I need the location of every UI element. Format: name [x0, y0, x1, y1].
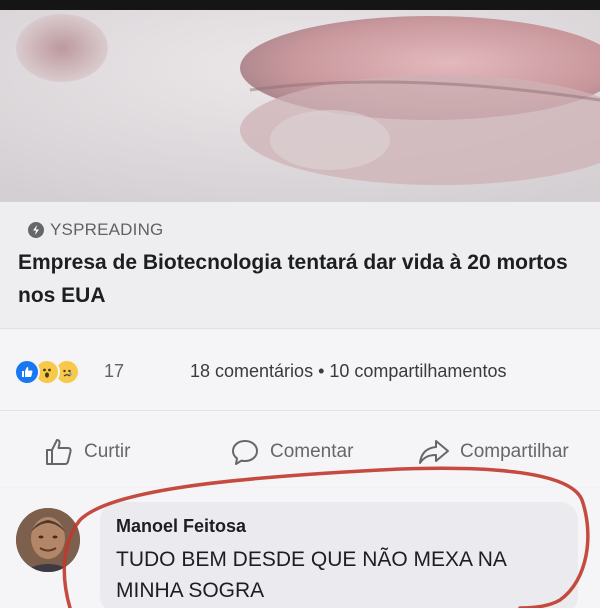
face-closeup-image — [0, 10, 600, 202]
like-label: Curtir — [84, 441, 131, 462]
reaction-icons[interactable] — [14, 359, 80, 385]
article-headline[interactable]: Empresa de Biotecnologia tentará dar vid… — [18, 246, 578, 312]
share-arrow-icon — [419, 440, 449, 464]
comment-label: Comentar — [270, 441, 354, 462]
lightning-icon — [28, 222, 44, 238]
thumbs-up-icon — [46, 439, 72, 465]
engagement-row: 17 18 comentários • 10 compartilhamentos — [0, 330, 600, 411]
commenter-name[interactable]: Manoel Feitosa — [116, 516, 246, 537]
like-reaction-icon — [14, 359, 40, 385]
article-image[interactable] — [0, 10, 600, 202]
comment-section: Manoel Feitosa TUDO BEM DESDE QUE NÃO ME… — [0, 488, 600, 608]
reaction-count[interactable]: 17 — [104, 361, 124, 382]
comment-button[interactable]: Comentar — [230, 437, 353, 467]
action-bar: Curtir Comentar Compartilhar — [0, 411, 600, 487]
avatar[interactable] — [16, 508, 80, 572]
source-row: YSPREADING — [28, 220, 163, 240]
comment-text: TUDO BEM DESDE QUE NÃO MEXA NA MINHA SOG… — [116, 548, 506, 602]
top-bar — [0, 0, 600, 10]
share-label: Compartilhar — [460, 441, 569, 462]
comments-shares-stats[interactable]: 18 comentários • 10 compartilhamentos — [190, 361, 506, 382]
article-link-card[interactable]: YSPREADING Empresa de Biotecnologia tent… — [0, 202, 600, 329]
comment-bubble: Manoel Feitosa TUDO BEM DESDE QUE NÃO ME… — [100, 502, 578, 608]
commenter-photo — [16, 508, 80, 572]
share-button[interactable]: Compartilhar — [418, 437, 569, 467]
like-button[interactable]: Curtir — [44, 437, 130, 467]
article-source: YSPREADING — [50, 220, 164, 239]
speech-bubble-icon — [232, 440, 258, 465]
screenshot-page: YSPREADING Empresa de Biotecnologia tent… — [0, 0, 600, 608]
